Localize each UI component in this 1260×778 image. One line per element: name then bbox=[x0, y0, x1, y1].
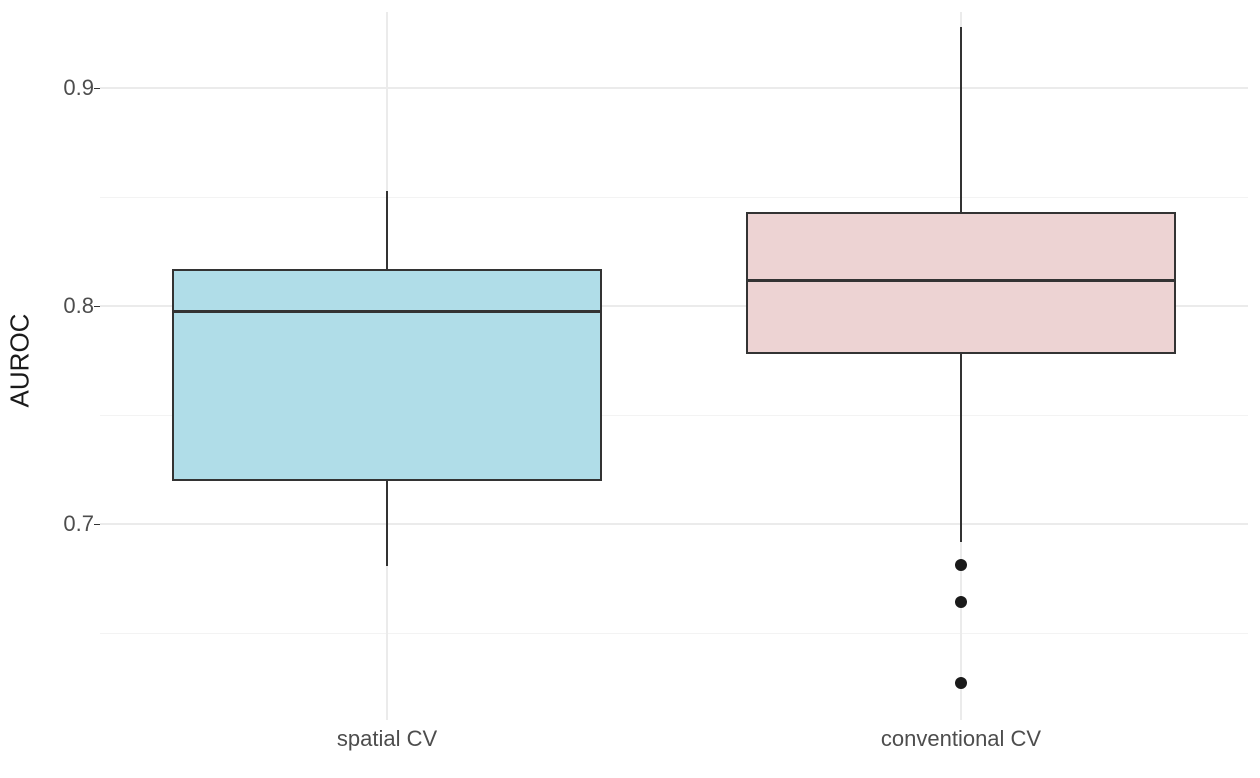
gridline-h bbox=[100, 87, 1248, 89]
outlier-point bbox=[955, 677, 967, 689]
whisker-lower bbox=[386, 481, 388, 566]
gridline-h-minor bbox=[100, 197, 1248, 198]
x-tick-spatial-cv: spatial CV bbox=[337, 726, 437, 752]
whisker-upper bbox=[386, 191, 388, 269]
median-line bbox=[172, 310, 602, 313]
box-spatial-cv bbox=[172, 269, 602, 481]
plot-panel bbox=[100, 12, 1248, 720]
gridline-h bbox=[100, 523, 1248, 525]
outlier-point bbox=[955, 559, 967, 571]
box-conventional-cv bbox=[746, 212, 1176, 354]
y-tick-0.9: 0.9 bbox=[44, 75, 94, 101]
whisker-upper bbox=[960, 27, 962, 212]
gridline-h-minor bbox=[100, 633, 1248, 634]
y-tick-0.7: 0.7 bbox=[44, 511, 94, 537]
whisker-lower bbox=[960, 354, 962, 542]
y-tick-0.8: 0.8 bbox=[44, 293, 94, 319]
boxplot-chart: AUROC 0.7 0.8 0.9 bbox=[0, 0, 1260, 778]
y-axis-label-text: AUROC bbox=[5, 313, 36, 407]
outlier-point bbox=[955, 596, 967, 608]
y-axis-label: AUROC bbox=[0, 0, 40, 720]
x-tick-conventional-cv: conventional CV bbox=[881, 726, 1041, 752]
median-line bbox=[746, 279, 1176, 282]
